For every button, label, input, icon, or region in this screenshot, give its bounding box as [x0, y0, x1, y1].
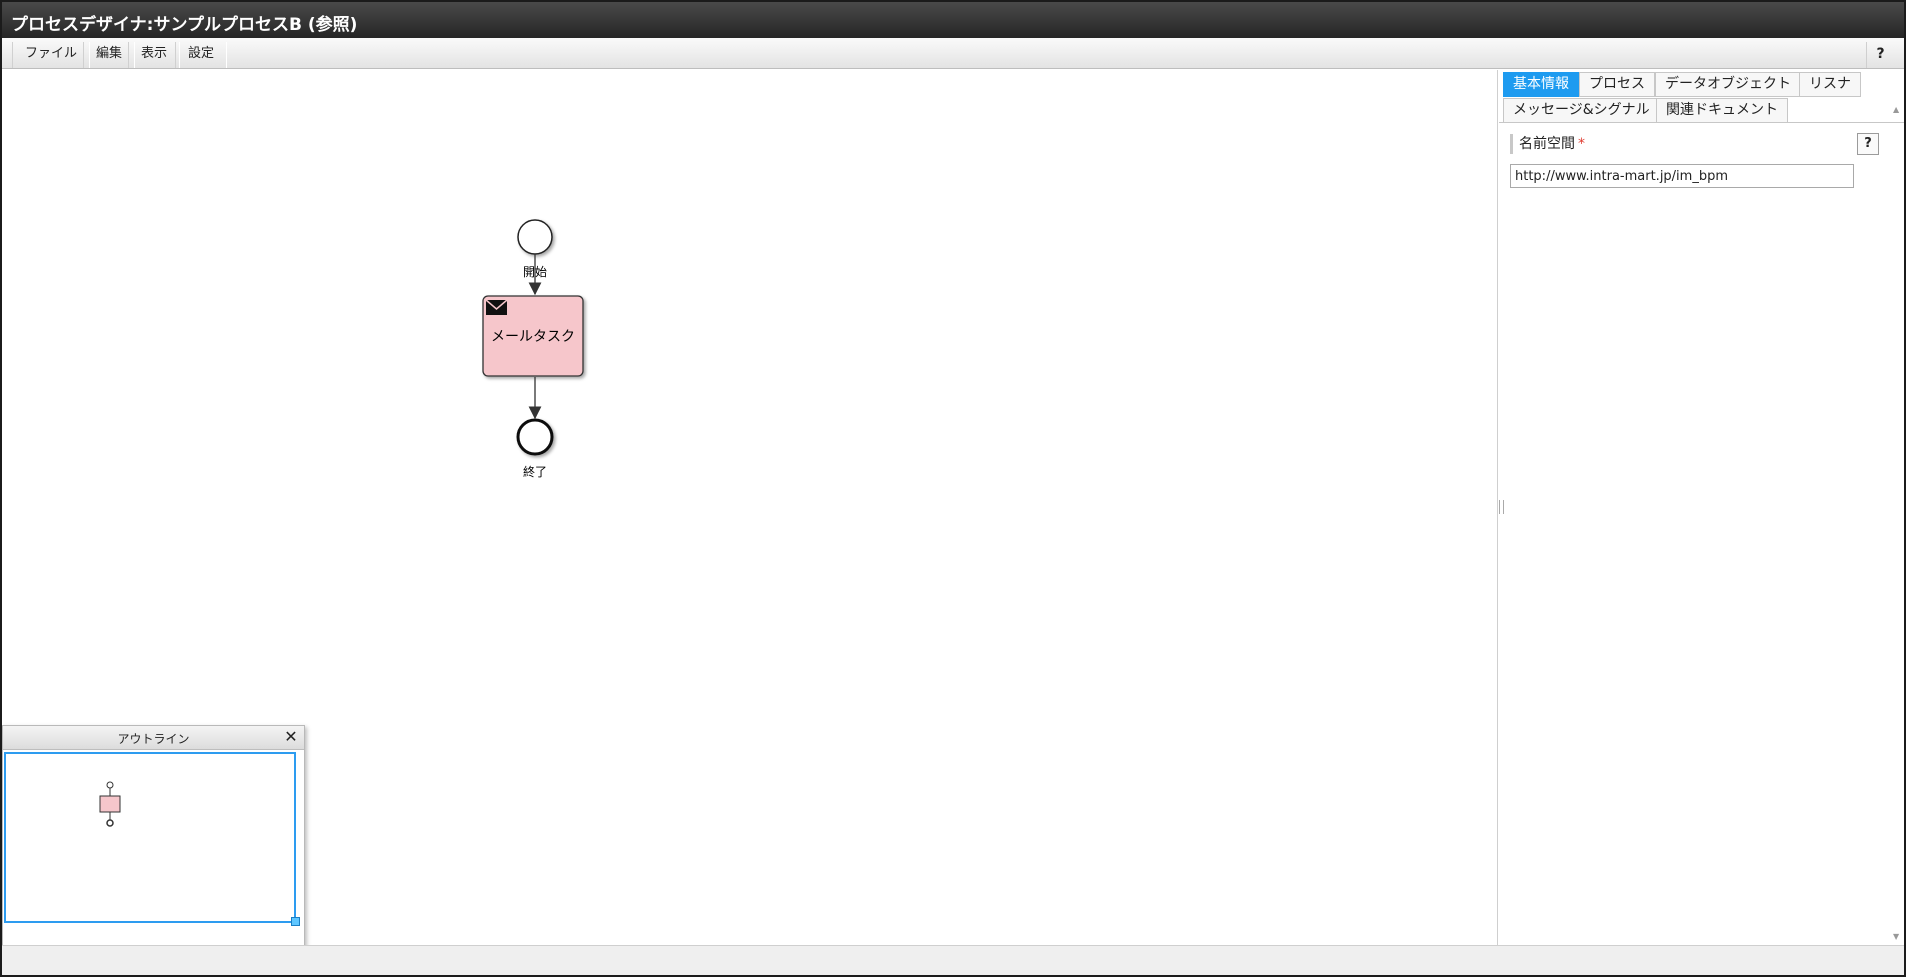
properties-panel: 基本情報 プロセス データオブジェクト リスナ メッセージ&シグナル 関連ドキュ… [1499, 70, 1904, 946]
tab-basic-info[interactable]: 基本情報 [1503, 72, 1579, 97]
menu-settings[interactable]: 設定 [175, 42, 228, 68]
window-title: プロセスデザイナ:サンプルプロセスB (参照) [11, 15, 358, 35]
tab-message-signal[interactable]: メッセージ&シグナル [1503, 98, 1660, 123]
help-button[interactable]: ? [1866, 42, 1894, 68]
namespace-label-text: 名前空間 [1519, 136, 1575, 152]
menu-bar: ファイル 編集 表示 設定 ? [2, 38, 1904, 69]
envelope-icon [485, 299, 508, 315]
namespace-help-button[interactable]: ? [1857, 133, 1879, 155]
outline-viewport[interactable] [4, 752, 296, 923]
tab-related-documents[interactable]: 関連ドキュメント [1656, 98, 1788, 123]
required-mark: * [1578, 136, 1585, 152]
outline-title: アウトライン [117, 732, 190, 746]
outline-minimap [99, 781, 121, 827]
outline-resize-handle[interactable] [291, 917, 300, 926]
namespace-input[interactable] [1510, 164, 1854, 188]
status-bar [2, 945, 1904, 975]
scroll-down-icon[interactable]: ▼ [1893, 932, 1901, 941]
outline-window: アウトライン ✕ [2, 725, 305, 947]
start-event[interactable] [517, 219, 553, 255]
tab-process[interactable]: プロセス [1579, 72, 1655, 97]
menu-file[interactable]: ファイル [12, 42, 91, 68]
tab-listener[interactable]: リスナ [1799, 72, 1861, 97]
tab-data-object[interactable]: データオブジェクト [1655, 72, 1801, 97]
mail-task-label: メールタスク [491, 329, 575, 345]
close-icon[interactable]: ✕ [282, 728, 300, 746]
scroll-up-icon[interactable]: ▲ [1893, 105, 1901, 114]
panel-splitter[interactable] [1499, 500, 1504, 514]
end-event[interactable] [516, 418, 554, 456]
title-bar: プロセスデザイナ:サンプルプロセスB (参照) [2, 2, 1904, 38]
outline-header[interactable]: アウトライン ✕ [3, 726, 304, 750]
namespace-label: 名前空間 * [1510, 134, 1585, 154]
end-event-label: 終了 [523, 464, 547, 479]
tab-divider [1499, 122, 1904, 123]
menu-view[interactable]: 表示 [128, 42, 181, 68]
app-window: プロセスデザイナ:サンプルプロセスB (参照) ファイル 編集 表示 設定 ? … [0, 0, 1906, 977]
